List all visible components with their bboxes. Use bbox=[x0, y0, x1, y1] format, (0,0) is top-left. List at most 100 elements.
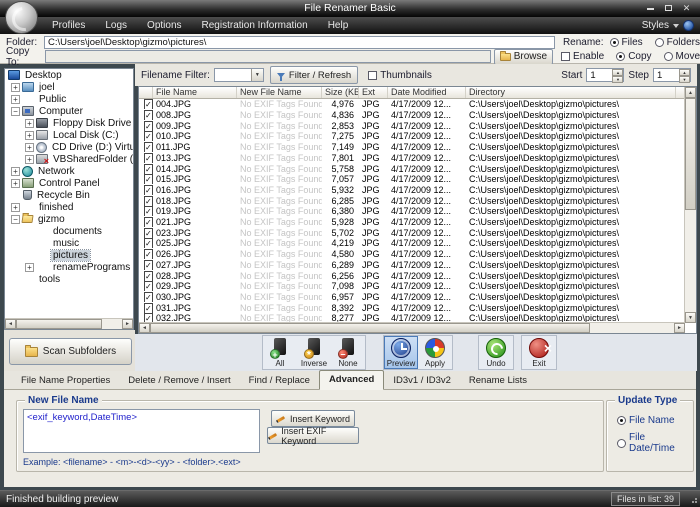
row-checkbox[interactable] bbox=[144, 185, 153, 195]
table-row[interactable]: 030.JPGNo EXIF Tags Found6,957JPG4/17/20… bbox=[139, 292, 696, 303]
menu-item-help[interactable]: Help bbox=[318, 17, 359, 34]
column-header-checkbox[interactable] bbox=[139, 87, 153, 98]
table-row[interactable]: 026.JPGNo EXIF Tags Found4,580JPG4/17/20… bbox=[139, 249, 696, 260]
copy-radio[interactable] bbox=[616, 52, 625, 61]
row-checkbox[interactable] bbox=[144, 164, 153, 174]
scan-subfolders-button[interactable]: Scan Subfolders bbox=[9, 338, 132, 365]
toolbar-button-preview[interactable]: Preview bbox=[384, 336, 418, 369]
row-checkbox[interactable] bbox=[144, 110, 153, 120]
row-checkbox[interactable] bbox=[144, 292, 153, 302]
column-header-file-name[interactable]: File Name bbox=[153, 87, 237, 98]
close-button[interactable]: ✕ bbox=[681, 3, 692, 13]
tree-item-documents[interactable]: documents bbox=[5, 225, 133, 237]
insert-keyword-button[interactable]: Insert Keyword bbox=[271, 410, 355, 427]
spin-down-icon[interactable]: ▼ bbox=[612, 76, 623, 83]
tree-expander[interactable]: + bbox=[25, 155, 34, 164]
tree-item-control-panel[interactable]: +Control Panel bbox=[5, 177, 133, 189]
resize-grip[interactable] bbox=[690, 496, 697, 503]
tree-item-music[interactable]: music bbox=[5, 237, 133, 249]
rename-files-radio[interactable] bbox=[610, 38, 619, 47]
row-checkbox[interactable] bbox=[144, 271, 153, 281]
table-row[interactable]: 010.JPGNo EXIF Tags Found7,275JPG4/17/20… bbox=[139, 131, 696, 142]
row-checkbox[interactable] bbox=[144, 131, 153, 141]
toolbar-button-inverse[interactable]: *Inverse bbox=[297, 336, 331, 369]
tree-expander[interactable]: + bbox=[25, 143, 34, 152]
tree-item-tools[interactable]: tools bbox=[5, 273, 133, 285]
row-checkbox[interactable] bbox=[144, 153, 153, 163]
styles-menu[interactable]: Styles bbox=[642, 17, 694, 34]
row-checkbox[interactable] bbox=[144, 260, 153, 270]
table-row[interactable]: 021.JPGNo EXIF Tags Found5,928JPG4/17/20… bbox=[139, 217, 696, 228]
table-row[interactable]: 013.JPGNo EXIF Tags Found7,801JPG4/17/20… bbox=[139, 153, 696, 164]
toolbar-button-none[interactable]: –None bbox=[331, 336, 365, 369]
update-file-name-radio[interactable] bbox=[617, 416, 626, 425]
scroll-thumb[interactable] bbox=[16, 319, 102, 329]
maximize-button[interactable] bbox=[663, 3, 674, 13]
start-stepper[interactable]: 1 ▲▼ bbox=[586, 68, 624, 82]
filename-filter-combobox[interactable]: ▼ bbox=[214, 68, 264, 82]
column-header-new-file-name[interactable]: New File Name bbox=[237, 87, 322, 98]
toolbar-button-all[interactable]: +All bbox=[263, 336, 297, 369]
tree-item-joel[interactable]: +joel bbox=[5, 81, 133, 93]
row-checkbox[interactable] bbox=[144, 142, 153, 152]
tree-expander[interactable]: − bbox=[11, 215, 20, 224]
copy-to-input[interactable] bbox=[45, 50, 490, 63]
table-horizontal-scrollbar[interactable]: ◄ ► bbox=[139, 322, 685, 333]
scroll-left-icon[interactable]: ◄ bbox=[5, 319, 16, 329]
column-header-size-kb[interactable]: Size (KB) bbox=[322, 87, 359, 98]
tree-item-desktop[interactable]: Desktop bbox=[5, 69, 133, 81]
row-checkbox[interactable] bbox=[144, 99, 153, 109]
table-row[interactable]: 025.JPGNo EXIF Tags Found4,219JPG4/17/20… bbox=[139, 238, 696, 249]
table-row[interactable]: 027.JPGNo EXIF Tags Found6,289JPG4/17/20… bbox=[139, 260, 696, 271]
tree-expander[interactable]: + bbox=[25, 119, 34, 128]
table-row[interactable]: 015.JPGNo EXIF Tags Found7,057JPG4/17/20… bbox=[139, 174, 696, 185]
tree-item-recycle-bin[interactable]: Recycle Bin bbox=[5, 189, 133, 201]
new-file-name-pattern-input[interactable]: <exif_keyword,DateTime> bbox=[23, 409, 260, 453]
folder-input[interactable] bbox=[44, 36, 555, 49]
row-checkbox[interactable] bbox=[144, 206, 153, 216]
menu-item-logs[interactable]: Logs bbox=[95, 17, 137, 34]
tree-item-cd-drive-d-virtualbox-guest[interactable]: +CD Drive (D:) VirtualBox Guest bbox=[5, 141, 133, 153]
tree-item-vbsharedfolder-vboxsvr-z[interactable]: +VBSharedFolder (\\vboxsvr) (Z bbox=[5, 153, 133, 165]
row-checkbox[interactable] bbox=[144, 174, 153, 184]
tree-item-renameprograms[interactable]: +renamePrograms bbox=[5, 261, 133, 273]
browse-button[interactable]: Browse bbox=[494, 49, 553, 65]
thumbnails-checkbox[interactable] bbox=[368, 71, 377, 80]
tree-expander[interactable]: + bbox=[11, 203, 20, 212]
tree-item-network[interactable]: +Network bbox=[5, 165, 133, 177]
table-row[interactable]: 019.JPGNo EXIF Tags Found6,380JPG4/17/20… bbox=[139, 206, 696, 217]
minimize-button[interactable] bbox=[645, 3, 656, 13]
tree-horizontal-scrollbar[interactable]: ◄ ► bbox=[5, 318, 133, 329]
tree-item-computer[interactable]: −Computer bbox=[5, 105, 133, 117]
scroll-up-icon[interactable]: ▲ bbox=[685, 87, 696, 98]
table-row[interactable]: 016.JPGNo EXIF Tags Found5,932JPG4/17/20… bbox=[139, 185, 696, 196]
toolbar-button-undo[interactable]: Undo bbox=[479, 336, 513, 369]
scroll-thumb[interactable] bbox=[150, 323, 590, 333]
spin-down-icon[interactable]: ▼ bbox=[679, 76, 690, 83]
tree-item-pictures[interactable]: pictures bbox=[5, 249, 133, 261]
tree-expander[interactable]: + bbox=[11, 95, 20, 104]
rename-folders-radio[interactable] bbox=[655, 38, 664, 47]
row-checkbox[interactable] bbox=[144, 228, 153, 238]
table-row[interactable]: 014.JPGNo EXIF Tags Found5,758JPG4/17/20… bbox=[139, 163, 696, 174]
table-row[interactable]: 031.JPGNo EXIF Tags Found8,392JPG4/17/20… bbox=[139, 302, 696, 313]
table-row[interactable]: 023.JPGNo EXIF Tags Found5,702JPG4/17/20… bbox=[139, 227, 696, 238]
tree-item-local-disk-c[interactable]: +Local Disk (C:) bbox=[5, 129, 133, 141]
scroll-right-icon[interactable]: ► bbox=[674, 323, 685, 333]
tree-item-floppy-disk-drive-a[interactable]: +Floppy Disk Drive (A:) bbox=[5, 117, 133, 129]
row-checkbox[interactable] bbox=[144, 121, 153, 131]
tree-expander[interactable]: + bbox=[11, 179, 20, 188]
row-checkbox[interactable] bbox=[144, 217, 153, 227]
table-row[interactable]: 018.JPGNo EXIF Tags Found6,285JPG4/17/20… bbox=[139, 195, 696, 206]
tab-rename-lists[interactable]: Rename Lists bbox=[460, 373, 536, 389]
tree-expander[interactable]: + bbox=[11, 83, 20, 92]
chevron-down-icon[interactable]: ▼ bbox=[251, 69, 263, 81]
tree-expander[interactable]: + bbox=[25, 263, 34, 272]
tab-find-replace[interactable]: Find / Replace bbox=[240, 373, 319, 389]
spin-up-icon[interactable]: ▲ bbox=[612, 69, 623, 76]
table-row[interactable]: 009.JPGNo EXIF Tags Found2,853JPG4/17/20… bbox=[139, 120, 696, 131]
tree-expander[interactable]: − bbox=[11, 107, 20, 116]
table-row[interactable]: 028.JPGNo EXIF Tags Found6,256JPG4/17/20… bbox=[139, 270, 696, 281]
row-checkbox[interactable] bbox=[144, 281, 153, 291]
enable-checkbox[interactable] bbox=[561, 52, 570, 61]
